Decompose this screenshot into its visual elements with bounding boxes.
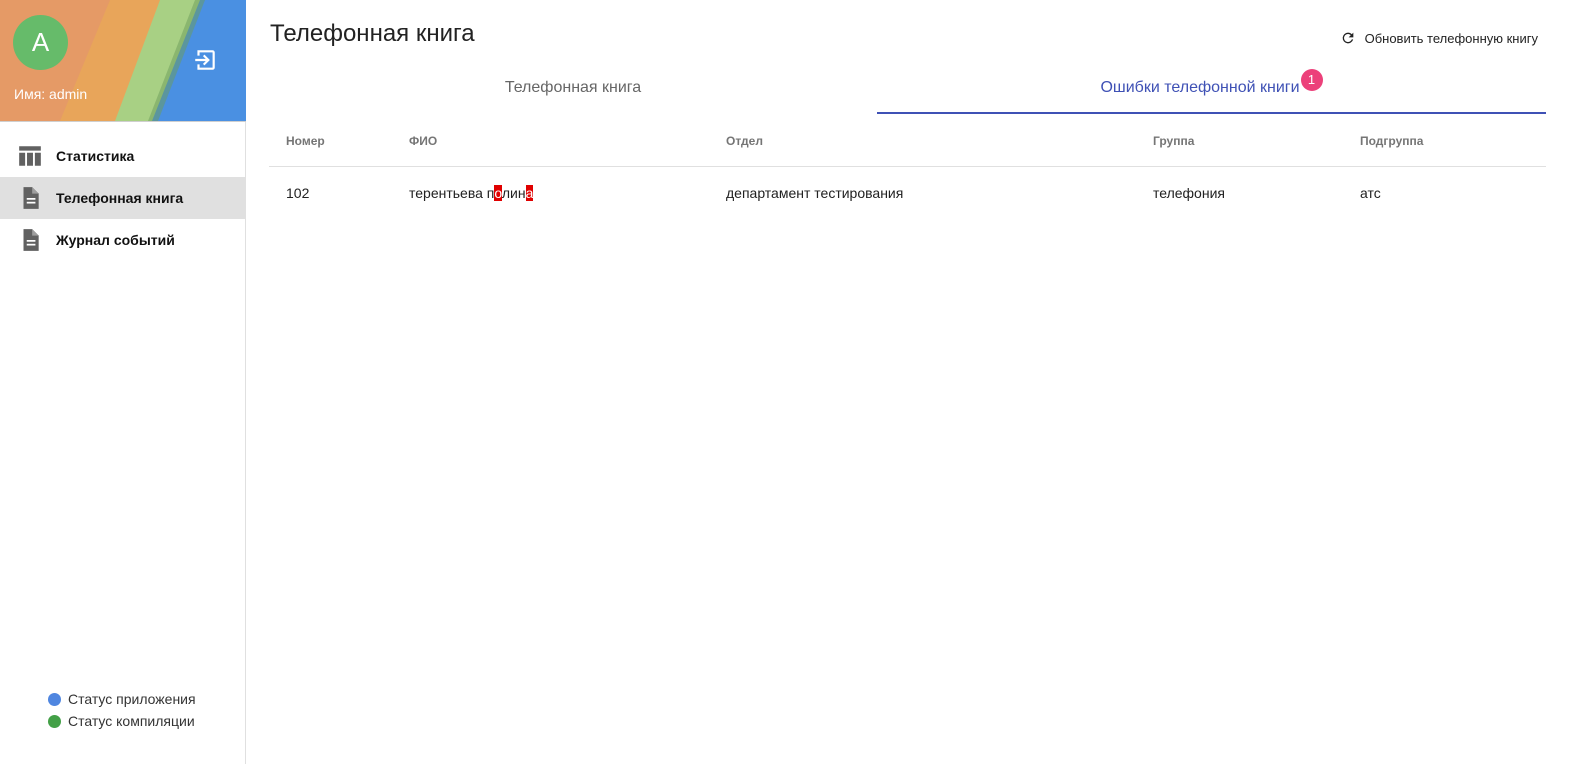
table-header-row: Номер ФИО Отдел Группа Подгруппа xyxy=(269,115,1546,167)
sidebar-item-label: Телефонная книга xyxy=(56,190,184,206)
profile-header: A Имя: admin xyxy=(0,0,246,122)
sidebar-item-phonebook[interactable]: Телефонная книга xyxy=(0,177,245,219)
tab-label: Ошибки телефонной книги xyxy=(1100,79,1300,96)
logout-icon xyxy=(195,50,215,70)
document-icon xyxy=(23,229,39,251)
compile-status-dot xyxy=(48,714,61,728)
column-header-department[interactable]: Отдел xyxy=(726,115,1153,167)
column-header-number[interactable]: Номер xyxy=(269,115,409,167)
refresh-phonebook-button[interactable]: Обновить телефонную книгу xyxy=(1340,30,1538,46)
refresh-icon xyxy=(1342,32,1353,44)
fio-error-char: о xyxy=(494,185,502,201)
app-status-dot xyxy=(48,692,61,706)
cell-group: телефония xyxy=(1153,185,1225,201)
user-name: Имя: admin xyxy=(14,86,88,102)
table-icon xyxy=(19,146,41,166)
app-status: Статус приложения xyxy=(48,688,196,710)
tab-phonebook-errors[interactable]: Ошибки телефонной книги 1 xyxy=(877,66,1546,114)
tab-phonebook[interactable]: Телефонная книга xyxy=(269,66,877,112)
cell-department: департамент тестирования xyxy=(726,185,904,201)
fio-error-char: а xyxy=(525,185,534,201)
fio-text: терентьева п xyxy=(409,185,495,201)
tab-label: Телефонная книга xyxy=(504,79,642,96)
cell-number: 102 xyxy=(286,185,310,201)
sidebar-item-event-log[interactable]: Журнал событий xyxy=(0,219,245,261)
page-title: Телефонная книга xyxy=(270,20,475,47)
main-content: Телефонная книга Обновить телефонную кни… xyxy=(246,0,1586,764)
column-header-group[interactable]: Группа xyxy=(1153,115,1360,167)
fio-text: лин xyxy=(501,185,526,201)
sidebar-nav: Статистика Телефонная книга Журнал событ… xyxy=(0,135,245,261)
sidebar-item-label: Журнал событий xyxy=(56,232,175,248)
column-header-fio[interactable]: ФИО xyxy=(409,115,726,167)
status-panel: Статус приложения Статус компиляции xyxy=(48,688,196,732)
error-count-badge: 1 xyxy=(1300,69,1323,91)
refresh-label: Обновить телефонную книгу xyxy=(1364,30,1538,46)
compile-status-label: Статус компиляции xyxy=(68,713,195,729)
compile-status: Статус компиляции xyxy=(48,710,196,732)
sidebar: A Имя: admin Статистика Телефонная книга xyxy=(0,0,246,764)
tabs: Телефонная книга Ошибки телефонной книги… xyxy=(269,66,1546,114)
errors-table: Номер ФИО Отдел Группа Подгруппа 102 тер… xyxy=(269,115,1546,219)
app-status-label: Статус приложения xyxy=(68,691,196,707)
avatar: A xyxy=(13,15,68,70)
sidebar-item-label: Статистика xyxy=(56,148,135,164)
table-row[interactable]: 102 терентьева полина департамент тестир… xyxy=(269,167,1546,220)
sidebar-item-statistics[interactable]: Статистика xyxy=(0,135,245,177)
cell-subgroup: атс xyxy=(1360,185,1381,201)
cell-fio: терентьева полина xyxy=(409,167,726,220)
column-header-subgroup[interactable]: Подгруппа xyxy=(1360,115,1546,167)
document-icon xyxy=(23,187,39,209)
logout-button[interactable] xyxy=(192,47,218,73)
